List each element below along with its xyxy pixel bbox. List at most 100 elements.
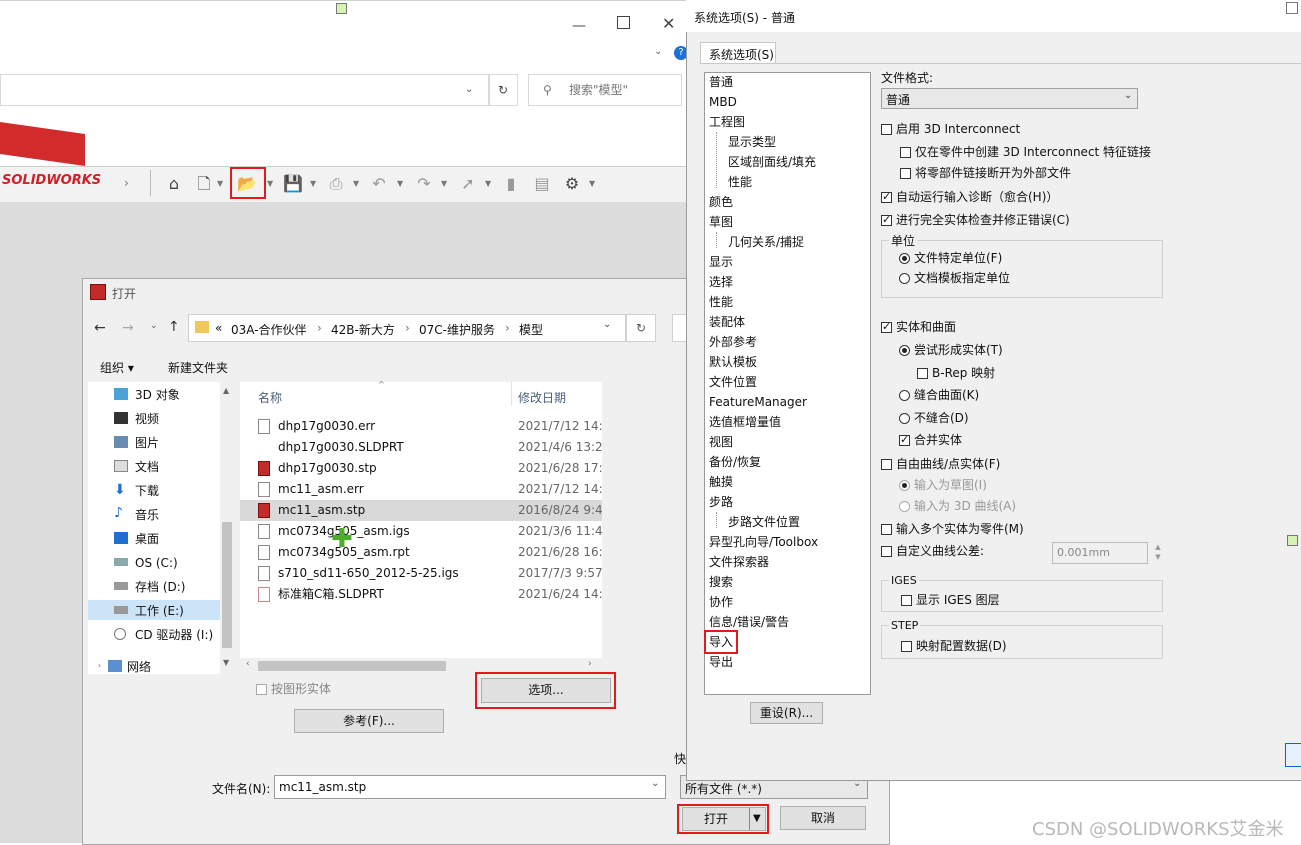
forward-button[interactable]: → <box>122 320 134 336</box>
tree-item-drawings[interactable]: 工程图 <box>709 113 745 131</box>
chevron-down-icon[interactable]: ⌄ <box>651 778 659 789</box>
tree-item-view[interactable]: 视图 <box>709 433 733 451</box>
file-properties-icon[interactable]: ▤ <box>531 174 553 194</box>
tree-item-messages[interactable]: 信息/错误/警告 <box>709 613 789 631</box>
nav-drive-e[interactable]: 工作 (E:) <box>135 603 184 619</box>
tolerance-input[interactable]: 0.001mm <box>1052 542 1148 564</box>
solid-surface-checkbox[interactable]: 实体和曲面 <box>881 319 956 335</box>
chevron-down-icon[interactable]: ⌄ <box>150 321 158 331</box>
rebuild-icon[interactable]: ▮ <box>500 174 522 194</box>
minimize-button[interactable]: — <box>572 18 586 34</box>
unit-file-radio[interactable]: 文件特定单位(F) <box>899 250 1002 266</box>
save-icon[interactable]: 💾 <box>282 174 304 194</box>
filename-input[interactable]: mc11_asm.stp ⌄ <box>274 775 666 799</box>
nav-scrollbar[interactable]: ▲ ▼ <box>220 382 234 674</box>
nav-network[interactable]: 网络 <box>127 658 151 675</box>
tree-item-file-locations[interactable]: 文件位置 <box>709 373 757 391</box>
reset-button[interactable]: 重设(R)... <box>750 702 823 724</box>
graphics-body-checkbox[interactable]: 按图形实体 <box>256 680 331 697</box>
brep-mapping-checkbox[interactable]: B-Rep 映射 <box>917 365 995 381</box>
enable-3d-interconnect-checkbox[interactable]: 启用 3D Interconnect <box>881 121 1020 137</box>
tree-item-hole-wizard[interactable]: 异型孔向导/Toolbox <box>709 533 818 551</box>
tree-item-routing-files[interactable]: 步路文件位置 <box>728 513 800 531</box>
breadcrumb[interactable]: « 03A-合作伙伴 › 42B-新大方 › 07C-维护服务 › 模型 ⌄ <box>188 314 626 342</box>
tree-item-external-refs[interactable]: 外部参考 <box>709 333 757 351</box>
map-config-data-checkbox[interactable]: 映射配置数据(D) <box>901 638 1007 654</box>
nav-downloads[interactable]: 下载 <box>135 483 159 499</box>
chevron-right-icon[interactable]: › <box>124 176 129 190</box>
file-format-select[interactable]: 普通 ⌄ <box>881 88 1138 109</box>
resize-handle[interactable] <box>1287 535 1298 546</box>
system-options-tab[interactable]: 系统选项(S) <box>700 42 776 64</box>
file-row[interactable]: dhp17g0030.SLDPRT 2021/4/6 13:27 <box>256 437 602 458</box>
reference-button[interactable]: 参考(F)... <box>294 709 444 733</box>
maximize-button[interactable] <box>617 16 630 29</box>
chevron-right-icon[interactable]: › <box>98 661 101 670</box>
chevron-down-icon[interactable]: ▼ <box>217 174 223 194</box>
break-link-checkbox[interactable]: 将零部件链接断开为外部文件 <box>900 165 1071 181</box>
new-folder-button[interactable]: 新建文件夹 <box>168 359 228 376</box>
chevron-down-icon[interactable]: ▼ <box>310 174 316 194</box>
tree-item-general[interactable]: 普通 <box>709 73 733 91</box>
scroll-thumb[interactable] <box>258 661 446 671</box>
nav-desktop[interactable]: 桌面 <box>135 531 159 547</box>
refresh-button[interactable]: ↻ <box>488 74 518 106</box>
scroll-left-icon[interactable]: ‹ <box>246 659 250 669</box>
nav-3d-objects[interactable]: 3D 对象 <box>135 387 180 403</box>
merge-entities-checkbox[interactable]: 合并实体 <box>899 432 962 448</box>
custom-tolerance-checkbox[interactable]: 自定义曲线公差: <box>881 543 984 559</box>
file-row[interactable]: s710_sd11-650_2012-5-25.igs 2017/7/3 9:5… <box>256 563 602 584</box>
print-icon[interactable]: ⎙ <box>325 174 347 194</box>
tree-item-backup[interactable]: 备份/恢复 <box>709 453 761 471</box>
cancel-button[interactable]: 取消 <box>780 806 866 830</box>
chevron-down-icon[interactable]: ⌄ <box>1124 90 1132 101</box>
breadcrumb-item[interactable]: 模型 <box>519 321 543 338</box>
tree-item-featuremanager[interactable]: FeatureManager <box>709 393 807 411</box>
tree-item-display-type[interactable]: 显示类型 <box>728 133 776 151</box>
chevron-down-icon[interactable]: ▼ <box>485 174 491 194</box>
tree-item-collaboration[interactable]: 协作 <box>709 593 733 611</box>
tree-item-default-templates[interactable]: 默认模板 <box>709 353 757 371</box>
chevron-down-icon[interactable]: ⌄ <box>603 319 611 330</box>
chevron-down-icon[interactable]: ▼ <box>397 174 403 194</box>
gear-icon[interactable]: ⚙ <box>561 174 583 194</box>
breadcrumb-overflow[interactable]: « <box>215 321 222 335</box>
chevron-down-icon[interactable]: ▼ <box>589 174 595 194</box>
free-curves-checkbox[interactable]: 自由曲线/点实体(F) <box>881 456 1000 472</box>
scroll-right-icon[interactable]: › <box>588 659 592 669</box>
nav-drive-c[interactable]: OS (C:) <box>135 555 178 571</box>
scroll-down-icon[interactable]: ▼ <box>223 658 229 667</box>
nav-drive-d[interactable]: 存档 (D:) <box>135 579 185 595</box>
tree-item-selection[interactable]: 选择 <box>709 273 733 291</box>
address-bar[interactable]: ⌄ <box>0 74 490 106</box>
nav-pictures[interactable]: 图片 <box>135 435 159 451</box>
tree-item-drawing-performance[interactable]: 性能 <box>728 173 752 191</box>
new-document-icon[interactable]: 🗋 <box>193 174 215 194</box>
refresh-button[interactable]: ↻ <box>626 314 656 342</box>
full-entity-check-checkbox[interactable]: 进行完全实体检查并修正错误(C) <box>881 212 1070 228</box>
file-row[interactable]: mc11_asm.stp 2016/8/24 9:42 <box>256 500 602 521</box>
file-row[interactable]: dhp17g0030.err 2021/7/12 14:5 <box>256 416 602 437</box>
breadcrumb-item[interactable]: 07C-维护服务 <box>419 321 495 338</box>
import-as-3d-curve-radio[interactable]: 输入为 3D 曲线(A) <box>899 498 1016 514</box>
tree-item-export[interactable]: 导出 <box>709 653 733 671</box>
chevron-down-icon[interactable]: ▼ <box>267 174 273 194</box>
no-knit-radio[interactable]: 不缝合(D) <box>899 410 969 426</box>
file-row[interactable]: mc0734g505_asm.igs 2021/3/6 11:47 <box>256 521 602 542</box>
tree-item-routing[interactable]: 步路 <box>709 493 733 511</box>
scroll-thumb[interactable] <box>222 522 232 648</box>
tree-item-file-explorer[interactable]: 文件探索器 <box>709 553 769 571</box>
chevron-down-icon[interactable]: ⌄ <box>654 46 662 57</box>
tree-item-colors[interactable]: 颜色 <box>709 193 733 211</box>
search-field[interactable] <box>672 314 686 342</box>
multi-body-part-checkbox[interactable]: 输入多个实体为零件(M) <box>881 521 1024 537</box>
home-icon[interactable]: ⌂ <box>163 174 185 194</box>
ok-button[interactable] <box>1285 743 1301 767</box>
tree-item-assemblies[interactable]: 装配体 <box>709 313 745 331</box>
file-row[interactable]: 标准箱C箱.SLDPRT 2021/6/24 14:4 <box>256 584 602 605</box>
unit-template-radio[interactable]: 文档模板指定单位 <box>899 270 1010 286</box>
organize-menu[interactable]: 组织 ▾ <box>100 359 134 376</box>
redo-icon[interactable]: ↷ <box>413 174 435 194</box>
file-row[interactable]: mc11_asm.err 2021/7/12 14:5 <box>256 479 602 500</box>
back-button[interactable]: ← <box>94 320 106 336</box>
